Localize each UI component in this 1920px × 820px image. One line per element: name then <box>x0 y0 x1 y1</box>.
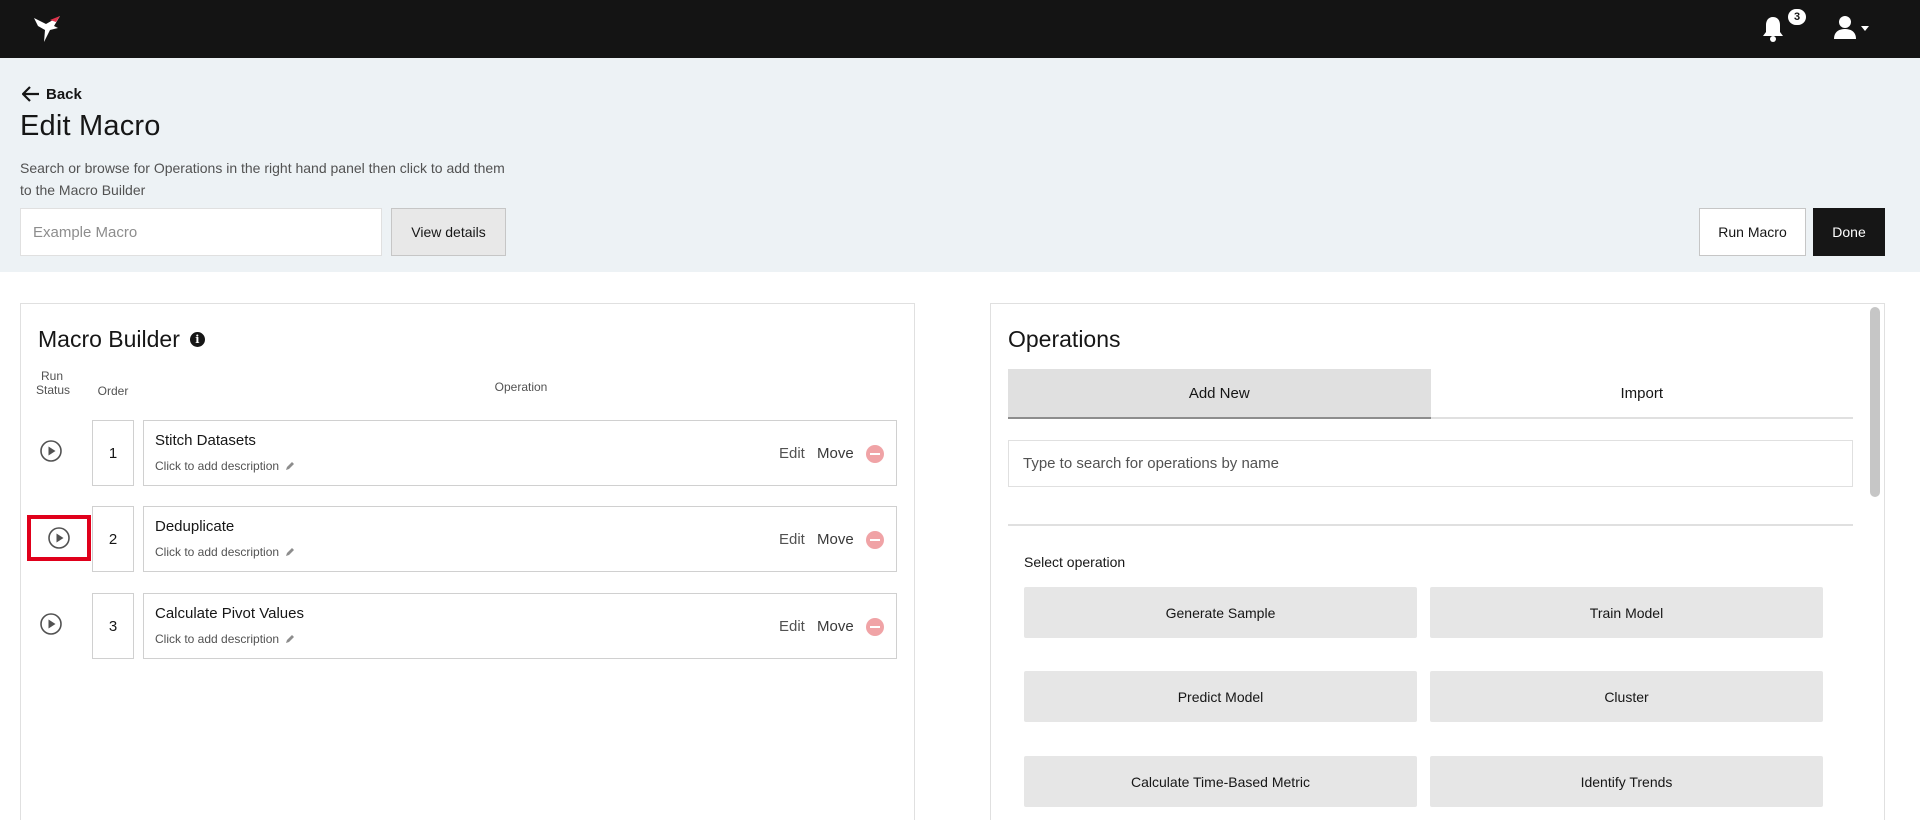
macro-row: 1 Stitch Datasets Click to add descripti… <box>21 420 921 486</box>
run-status-button[interactable] <box>37 437 65 465</box>
move-handle[interactable]: Move <box>817 445 854 462</box>
macro-builder-title-text: Macro Builder <box>38 326 180 352</box>
tab-add-new[interactable]: Add New <box>1008 369 1431 419</box>
bell-icon[interactable] <box>1760 13 1786 43</box>
play-circle-icon <box>40 440 62 462</box>
pencil-icon <box>286 635 295 643</box>
order-number: 3 <box>92 593 134 659</box>
top-bar: 3 <box>0 0 1920 58</box>
operation-card[interactable]: Stitch Datasets Click to add description… <box>143 420 897 486</box>
move-handle[interactable]: Move <box>817 618 854 635</box>
remove-icon[interactable] <box>866 445 884 463</box>
user-menu-icon[interactable] <box>1832 13 1872 43</box>
add-description-link[interactable]: Click to add description <box>155 459 295 473</box>
back-label: Back <box>46 85 82 103</box>
operation-button-calculate-time-based-metric[interactable]: Calculate Time-Based Metric <box>1024 756 1417 807</box>
play-circle-icon <box>48 527 70 549</box>
remove-icon[interactable] <box>866 531 884 549</box>
operation-button-cluster[interactable]: Cluster <box>1430 671 1823 722</box>
run-macro-button[interactable]: Run Macro <box>1699 208 1806 256</box>
divider <box>1008 524 1853 526</box>
arrow-left-icon <box>22 86 39 102</box>
description-label: Click to add description <box>155 632 280 646</box>
bird-logo-icon[interactable] <box>30 10 66 46</box>
description-label: Click to add description <box>155 545 280 559</box>
view-details-button[interactable]: View details <box>391 208 506 256</box>
macro-builder-title: Macro Builder i <box>38 326 205 353</box>
pencil-icon <box>286 548 295 556</box>
add-description-link[interactable]: Click to add description <box>155 545 295 559</box>
column-header-run-status: Run Status <box>36 369 71 397</box>
operation-name: Deduplicate <box>155 518 235 535</box>
operation-button-train-model[interactable]: Train Model <box>1430 587 1823 638</box>
page-description: Search or browse for Operations in the r… <box>20 160 505 198</box>
scrollbar[interactable] <box>1870 307 1880 497</box>
info-icon[interactable]: i <box>189 332 205 347</box>
run-status-button[interactable] <box>27 515 91 561</box>
operation-name: Calculate Pivot Values <box>155 605 304 622</box>
operation-name: Stitch Datasets <box>155 432 256 449</box>
back-link[interactable]: Back <box>22 84 82 104</box>
run-status-button[interactable] <box>37 610 65 638</box>
edit-button[interactable]: Edit <box>779 531 805 548</box>
operation-card[interactable]: Calculate Pivot Values Click to add desc… <box>143 593 897 659</box>
order-number: 1 <box>92 420 134 486</box>
macro-row: 3 Calculate Pivot Values Click to add de… <box>21 593 921 659</box>
column-header-order: Order <box>97 384 129 398</box>
edit-button[interactable]: Edit <box>779 445 805 462</box>
operation-search-input[interactable] <box>1008 440 1853 487</box>
move-handle[interactable]: Move <box>817 531 854 548</box>
description-label: Click to add description <box>155 459 280 473</box>
select-operation-label: Select operation <box>1024 554 1126 570</box>
edit-button[interactable]: Edit <box>779 618 805 635</box>
operation-button-identify-trends[interactable]: Identify Trends <box>1430 756 1823 807</box>
operations-title: Operations <box>1008 326 1121 353</box>
macro-row: 2 Deduplicate Click to add description E… <box>21 506 921 572</box>
operation-card[interactable]: Deduplicate Click to add description Edi… <box>143 506 897 572</box>
operations-tabs: Add New Import <box>1008 369 1853 419</box>
pencil-icon <box>286 462 295 470</box>
macro-name-input[interactable] <box>20 208 382 256</box>
macro-builder-panel: Macro Builder i Run Status Order Operati… <box>20 303 915 820</box>
remove-icon[interactable] <box>866 618 884 636</box>
notification-badge: 3 <box>1788 9 1806 25</box>
play-circle-icon <box>40 613 62 635</box>
operation-button-generate-sample[interactable]: Generate Sample <box>1024 587 1417 638</box>
operations-panel: Operations Add New Import Select operati… <box>990 303 1885 820</box>
operation-button-predict-model[interactable]: Predict Model <box>1024 671 1417 722</box>
page-header: Back Edit Macro Search or browse for Ope… <box>0 58 1920 272</box>
done-button[interactable]: Done <box>1813 208 1885 256</box>
order-number: 2 <box>92 506 134 572</box>
column-header-operation: Operation <box>494 380 548 394</box>
page-title: Edit Macro <box>20 110 161 142</box>
add-description-link[interactable]: Click to add description <box>155 632 295 646</box>
operations-title-text: Operations <box>1008 326 1121 352</box>
tab-import[interactable]: Import <box>1431 369 1854 417</box>
